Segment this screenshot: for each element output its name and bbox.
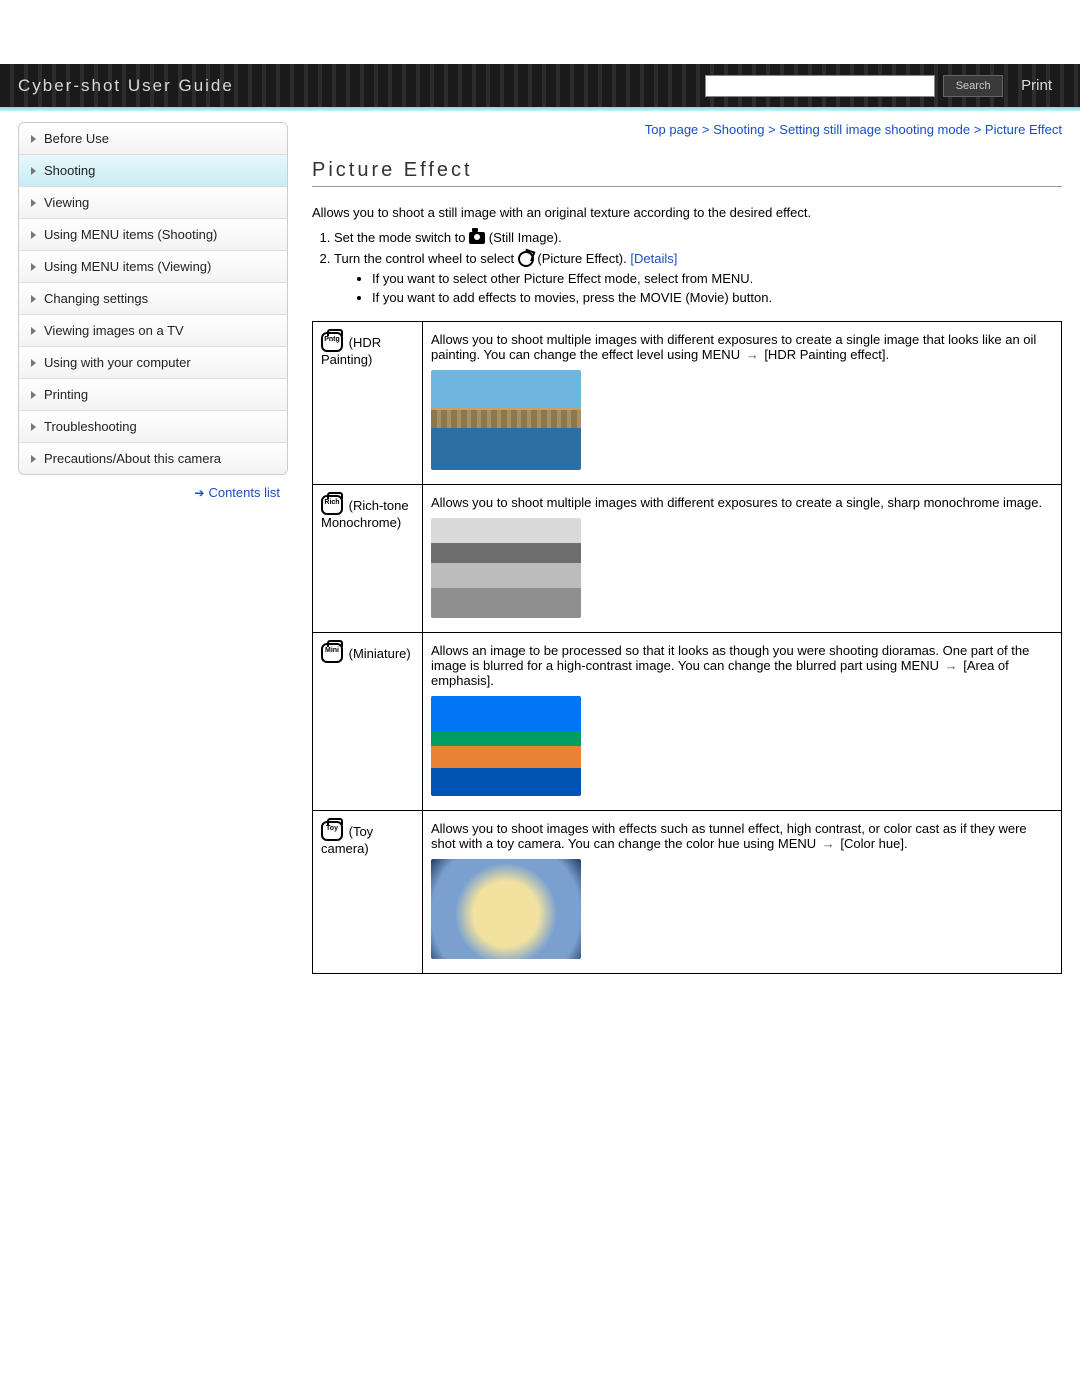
camera-icon xyxy=(469,232,485,244)
title-divider xyxy=(312,186,1062,187)
effect-desc-cell: Allows you to shoot images with effects … xyxy=(423,811,1062,974)
effect-mode-cell: Mini (Miniature) xyxy=(313,633,423,811)
nav-item-label: Shooting xyxy=(44,163,95,178)
chevron-right-icon xyxy=(31,199,36,207)
print-button[interactable]: Print xyxy=(1011,77,1062,94)
chevron-right-icon xyxy=(31,359,36,367)
nav-item-label: Using with your computer xyxy=(44,355,191,370)
nav-item-8[interactable]: Printing xyxy=(19,379,287,411)
table-row: Pntg (HDR Painting) Allows you to shoot m… xyxy=(313,322,1062,485)
effect-desc-a: Allows you to shoot images with effects … xyxy=(431,821,1027,851)
nav-item-7[interactable]: Using with your computer xyxy=(19,347,287,379)
nav-item-9[interactable]: Troubleshooting xyxy=(19,411,287,443)
breadcrumb-sep: > xyxy=(702,122,713,137)
nav-item-1[interactable]: Shooting xyxy=(19,155,287,187)
chevron-right-icon xyxy=(31,231,36,239)
arrow-right-icon: ➔ xyxy=(194,486,204,500)
breadcrumb-link-1[interactable]: Shooting xyxy=(713,122,764,137)
step-2-text-a: Turn the control wheel to select xyxy=(334,251,518,266)
mode-icon: Pntg xyxy=(321,332,343,352)
sample-image xyxy=(431,859,581,959)
table-row: Mini (Miniature) Allows an image to be pr… xyxy=(313,633,1062,811)
effect-desc-cell: Allows you to shoot multiple images with… xyxy=(423,322,1062,485)
nav-item-10[interactable]: Precautions/About this camera xyxy=(19,443,287,474)
site-title: Cyber-shot User Guide xyxy=(18,76,234,96)
breadcrumb-link-0[interactable]: Top page xyxy=(645,122,699,137)
arrow-right-icon: → xyxy=(822,836,835,851)
sub-2: If you want to add effects to movies, pr… xyxy=(372,290,1062,305)
nav-item-5[interactable]: Changing settings xyxy=(19,283,287,315)
effect-desc-a: Allows you to shoot multiple images with… xyxy=(431,495,1042,510)
intro-text: Allows you to shoot a still image with a… xyxy=(312,205,1062,220)
nav-item-label: Printing xyxy=(44,387,88,402)
breadcrumb-sep: > xyxy=(974,122,985,137)
nav-item-label: Viewing images on a TV xyxy=(44,323,184,338)
mode-icon: Toy xyxy=(321,821,343,841)
mode-icon: Mini xyxy=(321,643,343,663)
nav-item-label: Viewing xyxy=(44,195,89,210)
header: Cyber-shot User Guide Search Print xyxy=(0,64,1080,108)
effect-desc-cell: Allows you to shoot multiple images with… xyxy=(423,485,1062,633)
effect-desc-a: Allows you to shoot multiple images with… xyxy=(431,332,1036,362)
table-row: Rich (Rich-tone Monochrome) Allows you to… xyxy=(313,485,1062,633)
effect-desc-b: [HDR Painting effect]. xyxy=(761,347,889,362)
chevron-right-icon xyxy=(31,423,36,431)
steps-list: Set the mode switch to (Still Image). Tu… xyxy=(312,230,1062,305)
nav-item-label: Troubleshooting xyxy=(44,419,137,434)
nav-item-label: Using MENU items (Shooting) xyxy=(44,227,217,242)
chevron-right-icon xyxy=(31,135,36,143)
step-1-text-b: (Still Image). xyxy=(489,230,562,245)
effect-desc-cell: Allows an image to be processed so that … xyxy=(423,633,1062,811)
chevron-right-icon xyxy=(31,327,36,335)
effect-mode-cell: Pntg (HDR Painting) xyxy=(313,322,423,485)
nav-item-4[interactable]: Using MENU items (Viewing) xyxy=(19,251,287,283)
chevron-right-icon xyxy=(31,391,36,399)
effects-table: Pntg (HDR Painting) Allows you to shoot m… xyxy=(312,321,1062,974)
nav-item-label: Using MENU items (Viewing) xyxy=(44,259,211,274)
picture-effect-icon xyxy=(518,251,534,267)
step-1: Set the mode switch to (Still Image). xyxy=(334,230,1062,245)
sample-image xyxy=(431,370,581,470)
breadcrumb-link-2[interactable]: Setting still image shooting mode xyxy=(779,122,970,137)
chevron-right-icon xyxy=(31,167,36,175)
main-content: Top page > Shooting > Setting still imag… xyxy=(312,122,1062,974)
nav-menu: Before Use Shooting Viewing Using MENU item… xyxy=(18,122,288,475)
step-2: Turn the control wheel to select (Pictur… xyxy=(334,251,1062,305)
nav-item-2[interactable]: Viewing xyxy=(19,187,287,219)
effect-mode-cell: Toy (Toy camera) xyxy=(313,811,423,974)
step-1-text-a: Set the mode switch to xyxy=(334,230,469,245)
step-2-sublist: If you want to select other Picture Effe… xyxy=(354,271,1062,305)
arrow-right-icon: → xyxy=(746,347,759,362)
sub-1: If you want to select other Picture Effe… xyxy=(372,271,1062,286)
breadcrumb: Top page > Shooting > Setting still imag… xyxy=(312,122,1062,137)
step-2-text-b: (Picture Effect). xyxy=(537,251,630,266)
effect-mode-cell: Rich (Rich-tone Monochrome) xyxy=(313,485,423,633)
effect-name: (Miniature) xyxy=(345,646,411,661)
nav-item-6[interactable]: Viewing images on a TV xyxy=(19,315,287,347)
effect-desc-a: Allows an image to be processed so that … xyxy=(431,643,1029,673)
breadcrumb-sep: > xyxy=(768,122,779,137)
contents-list-link[interactable]: Contents list xyxy=(208,485,280,500)
sample-image xyxy=(431,518,581,618)
page-title: Picture Effect xyxy=(312,159,1062,182)
nav-item-label: Precautions/About this camera xyxy=(44,451,221,466)
search-input[interactable] xyxy=(705,75,935,97)
chevron-right-icon xyxy=(31,295,36,303)
arrow-right-icon: → xyxy=(945,658,958,673)
sample-image xyxy=(431,696,581,796)
chevron-right-icon xyxy=(31,455,36,463)
nav-item-3[interactable]: Using MENU items (Shooting) xyxy=(19,219,287,251)
effect-desc-b: [Color hue]. xyxy=(837,836,908,851)
mode-icon: Rich xyxy=(321,495,343,515)
nav-item-label: Changing settings xyxy=(44,291,148,306)
nav-item-0[interactable]: Before Use xyxy=(19,123,287,155)
nav-item-label: Before Use xyxy=(44,131,109,146)
breadcrumb-link-3[interactable]: Picture Effect xyxy=(985,122,1062,137)
chevron-right-icon xyxy=(31,263,36,271)
table-row: Toy (Toy camera) Allows you to shoot imag… xyxy=(313,811,1062,974)
details-link[interactable]: [Details] xyxy=(630,251,677,266)
search-button[interactable]: Search xyxy=(943,75,1003,97)
sidebar: Before Use Shooting Viewing Using MENU item… xyxy=(18,122,288,974)
